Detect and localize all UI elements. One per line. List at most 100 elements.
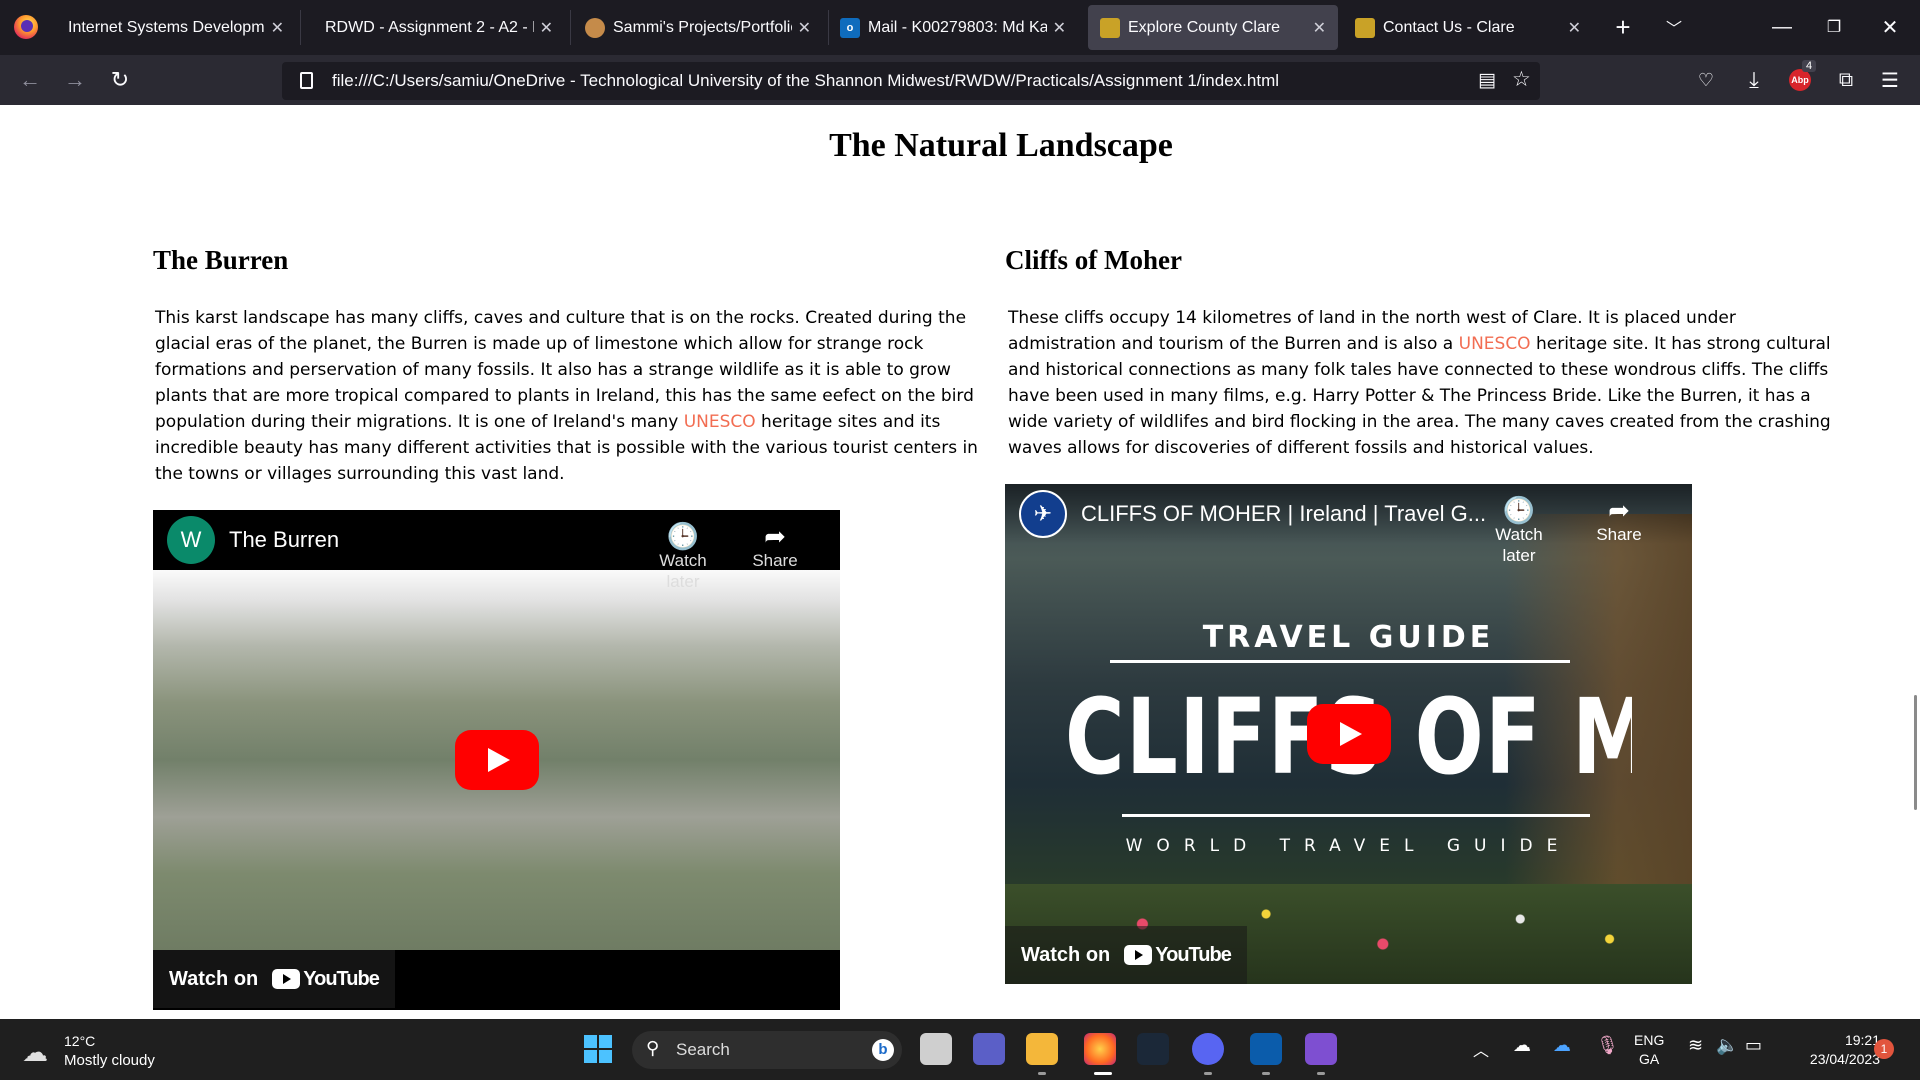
- visual-studio-icon[interactable]: [1305, 1033, 1337, 1065]
- close-icon[interactable]: ✕: [798, 18, 811, 38]
- tab-portfolio[interactable]: Sammi's Projects/Portfolio ✕: [573, 0, 823, 55]
- microphone-icon[interactable]: 🎙: [1596, 1035, 1619, 1056]
- share-button[interactable]: ➦ Share: [1579, 496, 1659, 545]
- bing-icon: b: [872, 1039, 894, 1061]
- adblock-button[interactable]: Abp 4: [1786, 60, 1817, 94]
- chevron-up-icon[interactable]: ︿: [1473, 1037, 1489, 1061]
- tab-explore-clare[interactable]: Explore County Clare ✕: [1088, 5, 1338, 50]
- channel-avatar[interactable]: W: [167, 516, 215, 564]
- firefox-taskbar-icon[interactable]: [1084, 1033, 1116, 1065]
- page-title: The Natural Landscape: [829, 127, 1173, 164]
- restore-button[interactable]: ❐: [1820, 13, 1848, 41]
- tab-contact-clare[interactable]: Contact Us - Clare ✕: [1343, 0, 1593, 55]
- tab-list-button[interactable]: ﹀: [1660, 13, 1688, 41]
- burren-video-embed[interactable]: W The Burren 🕒 Watch later ➦ Share Watch o…: [153, 510, 840, 1010]
- weather-widget[interactable]: ☁ 12°C Mostly cloudy: [20, 1031, 190, 1071]
- running-indicator: [1204, 1072, 1212, 1075]
- unesco-link[interactable]: UNESCO: [1459, 334, 1531, 354]
- lang-secondary: GA: [1639, 1051, 1660, 1067]
- video-title[interactable]: CLIFFS OF MOHER | Ireland | Travel G...: [1081, 501, 1486, 527]
- scrollbar-thumb[interactable]: [1914, 695, 1917, 810]
- arrow-right-icon: →: [64, 67, 86, 92]
- remote-desktop-icon[interactable]: [1250, 1033, 1282, 1065]
- extensions-button[interactable]: ⧉: [1832, 66, 1860, 94]
- unesco-link[interactable]: UNESCO: [684, 412, 756, 432]
- url-text[interactable]: file:///C:/Users/samiu/OneDrive - Techno…: [332, 71, 1279, 91]
- share-button[interactable]: ➦ Share: [735, 522, 815, 571]
- play-button[interactable]: [1307, 704, 1391, 764]
- search-icon: ⚲: [646, 1038, 660, 1058]
- plus-icon: +: [1615, 11, 1631, 42]
- start-button[interactable]: [582, 1033, 614, 1065]
- play-button[interactable]: [455, 730, 539, 790]
- channel-avatar[interactable]: ✈: [1019, 490, 1067, 538]
- watch-on-label: Watch on: [1021, 943, 1111, 966]
- close-icon[interactable]: ✕: [1313, 18, 1326, 38]
- watch-on-youtube-button[interactable]: Watch on YouTube: [153, 950, 395, 1008]
- close-icon[interactable]: ✕: [1053, 18, 1066, 38]
- battery-icon[interactable]: ▭: [1745, 1035, 1762, 1056]
- tab-internet-systems[interactable]: Internet Systems Development ✕: [56, 0, 296, 55]
- close-icon[interactable]: ✕: [1568, 18, 1581, 38]
- section-heading-burren: The Burren: [153, 245, 289, 275]
- watch-later-button[interactable]: 🕒 Watch later: [1479, 496, 1559, 566]
- new-tab-button[interactable]: +: [1609, 11, 1637, 42]
- wifi-icon[interactable]: ≋: [1688, 1035, 1703, 1056]
- tab-mail[interactable]: o Mail - K00279803: Md Kazi ✕: [828, 0, 1078, 55]
- teams-icon[interactable]: [973, 1033, 1005, 1065]
- menu-button[interactable]: ☰: [1876, 66, 1904, 94]
- page-content: The Natural Landscape The Burren This ka…: [0, 105, 1920, 1019]
- reader-mode-icon[interactable]: ▤: [1478, 69, 1496, 92]
- cookie-icon: [585, 17, 605, 38]
- share-icon: ➦: [764, 521, 786, 551]
- tab-title: Internet Systems Development: [68, 18, 265, 36]
- close-window-button[interactable]: ✕: [1876, 13, 1904, 41]
- firefox-icon[interactable]: [14, 15, 38, 39]
- hamburger-icon: ☰: [1881, 69, 1899, 92]
- restore-icon: ❐: [1826, 19, 1842, 36]
- reload-button[interactable]: ↻: [106, 66, 134, 94]
- minimize-icon: —: [1772, 15, 1792, 38]
- url-bar[interactable]: file:///C:/Users/samiu/OneDrive - Techno…: [282, 62, 1540, 100]
- thumb-travel-guide: TRAVEL GUIDE: [1202, 620, 1495, 655]
- pocket-button[interactable]: ♡: [1692, 66, 1720, 94]
- section-heading-cliffs: Cliffs of Moher: [1005, 245, 1182, 275]
- watch-later-button[interactable]: 🕒 Watch later: [643, 522, 723, 592]
- clock-icon: 🕒: [666, 521, 700, 551]
- downloads-button[interactable]: ⤓: [1740, 66, 1768, 94]
- airplane-icon: ✈: [1033, 501, 1053, 526]
- language-indicator[interactable]: ENG GA: [1634, 1031, 1664, 1069]
- running-indicator: [1317, 1072, 1325, 1075]
- tab-rdwd-assignment[interactable]: RDWD - Assignment 2 - A2 - RD ✕: [313, 0, 565, 55]
- extension-badge: 4: [1802, 60, 1817, 72]
- watch-on-label: Watch on: [169, 967, 259, 990]
- clock[interactable]: 19:21 23/04/2023: [1780, 1031, 1880, 1069]
- minimize-button[interactable]: —: [1768, 13, 1796, 41]
- thumb-bottom-line: [1122, 814, 1590, 817]
- back-button[interactable]: ←: [16, 66, 44, 94]
- onedrive-business-icon[interactable]: ☁: [1553, 1035, 1571, 1056]
- cliffs-video-embed[interactable]: TRAVEL GUIDE CLIFFS OF MOHER WORLD TRAVE…: [1005, 484, 1692, 984]
- watch-on-youtube-button[interactable]: Watch on YouTube: [1005, 926, 1247, 984]
- volume-icon[interactable]: 🔈: [1716, 1035, 1738, 1056]
- notification-badge[interactable]: 1: [1874, 1039, 1894, 1059]
- close-icon[interactable]: ✕: [540, 18, 553, 38]
- forward-button[interactable]: →: [61, 66, 89, 94]
- bookmark-star-icon[interactable]: ☆: [1512, 67, 1531, 92]
- taskbar-search[interactable]: ⚲ Search b: [632, 1031, 902, 1069]
- lang-primary: ENG: [1634, 1032, 1665, 1048]
- windows-taskbar: ☁ 12°C Mostly cloudy ⚲ Search b ︿ ☁ ☁ 🎙 …: [0, 1019, 1920, 1080]
- steam-icon[interactable]: [1137, 1033, 1169, 1065]
- tab-title: Contact Us - Clare: [1383, 18, 1515, 36]
- clock-date: 23/04/2023: [1809, 1051, 1880, 1067]
- close-icon[interactable]: ✕: [271, 18, 284, 38]
- video-title[interactable]: The Burren: [229, 527, 339, 553]
- discord-icon[interactable]: [1192, 1033, 1224, 1065]
- thumb-world-travel-guide: WORLD TRAVEL GUIDE: [1125, 836, 1572, 856]
- onedrive-icon[interactable]: ☁: [1513, 1035, 1531, 1056]
- file-explorer-icon[interactable]: [1026, 1033, 1058, 1065]
- task-view-icon[interactable]: [920, 1033, 952, 1065]
- youtube-wordmark: YouTube: [303, 967, 380, 990]
- share-label: Share: [752, 551, 798, 570]
- clare-icon: [1355, 17, 1375, 38]
